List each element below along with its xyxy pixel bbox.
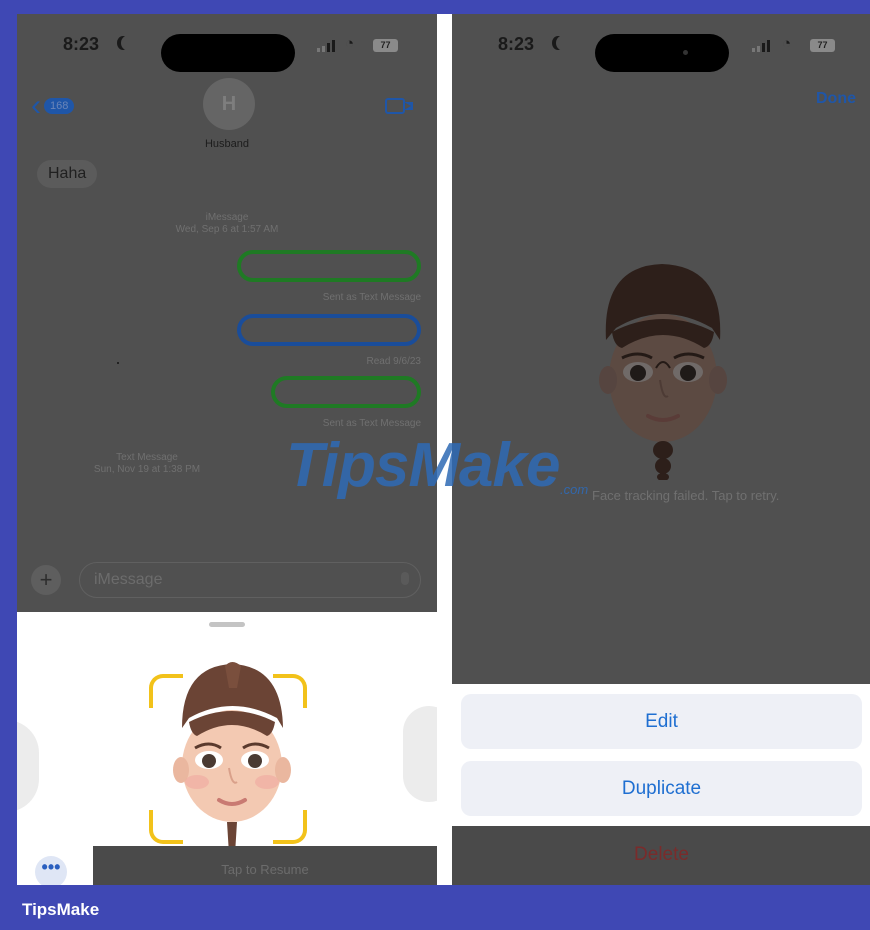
more-options-button[interactable]: •••	[35, 856, 67, 885]
action-sheet: Edit Duplicate Delete	[452, 684, 870, 885]
video-call-icon[interactable]	[385, 98, 413, 114]
sheet-grabber[interactable]	[209, 622, 245, 627]
focus-moon-icon	[121, 36, 133, 50]
speck	[117, 362, 119, 364]
wifi-icon: ◔	[782, 35, 792, 52]
contact-name[interactable]: Husband	[17, 138, 437, 150]
timestamp-date: Wed, Sep 6 at 1:57 AM	[175, 224, 279, 235]
face-scan-corner	[149, 810, 183, 844]
microphone-icon[interactable]	[401, 572, 409, 585]
memoji-sheet: Tap to Resume •••	[17, 612, 437, 885]
face-scan-corner	[273, 810, 307, 844]
message-input[interactable]: iMessage	[79, 562, 421, 598]
unread-count-badge: 168	[44, 98, 75, 114]
face-scan-corner	[149, 674, 183, 708]
dynamic-island	[161, 34, 295, 72]
watermark-domain: .com	[560, 482, 589, 497]
status-time: 8:23	[498, 34, 535, 54]
outgoing-message-bubble[interactable]	[237, 250, 421, 282]
status-bar: 8:23 ◔ 77	[17, 34, 437, 72]
watermark-logo: TipsMake	[286, 431, 560, 500]
face-scan-corner	[273, 674, 307, 708]
delivery-note: Sent as Text Message	[322, 292, 421, 303]
memoji-preview[interactable]	[590, 260, 736, 480]
status-bar: 8:23 ◔ 77	[452, 34, 870, 72]
incoming-message-bubble[interactable]: Haha	[37, 160, 98, 188]
focus-moon-icon	[556, 36, 568, 50]
timestamp-service: iMessage	[205, 212, 249, 223]
chevron-left-icon: ‹	[31, 89, 41, 122]
contact-avatar[interactable]: H	[203, 78, 255, 130]
footer-brand: TipsMake	[22, 900, 100, 919]
timestamp-imessage: iMessage Wed, Sep 6 at 1:57 AM	[17, 212, 437, 236]
outgoing-message-bubble[interactable]	[237, 314, 421, 346]
edit-button[interactable]: Edit	[461, 694, 862, 749]
delivery-note: Sent as Text Message	[322, 418, 421, 429]
action-sheet-destructive: Delete	[452, 826, 870, 885]
tracking-failed-message[interactable]: Face tracking failed. Tap to retry.	[592, 488, 779, 503]
dynamic-island	[595, 34, 729, 72]
outgoing-message-bubble[interactable]	[271, 376, 421, 408]
plus-icon[interactable]: +	[31, 565, 61, 595]
cellular-signal-icon	[317, 40, 335, 52]
camera-dot	[683, 50, 688, 55]
tap-to-resume-toast[interactable]: Tap to Resume	[93, 846, 437, 885]
action-sheet-options: Edit Duplicate	[452, 684, 870, 826]
done-button[interactable]: Done	[816, 90, 856, 108]
battery-icon: 77	[810, 39, 835, 52]
read-receipt: Read 9/6/23	[366, 356, 422, 367]
cellular-signal-icon	[752, 40, 770, 52]
wifi-icon: ◔	[345, 35, 355, 52]
duplicate-button[interactable]: Duplicate	[461, 761, 862, 816]
memoji-option-left[interactable]	[17, 720, 39, 812]
compose-bar: + iMessage	[31, 562, 423, 600]
memoji-option-right[interactable]	[403, 706, 437, 802]
delete-button[interactable]: Delete	[461, 826, 862, 881]
battery-icon: 77	[373, 39, 398, 52]
status-time: 8:23	[63, 34, 100, 54]
back-button[interactable]: ‹ 168	[31, 89, 75, 122]
footer-bar: TipsMake	[0, 885, 870, 930]
